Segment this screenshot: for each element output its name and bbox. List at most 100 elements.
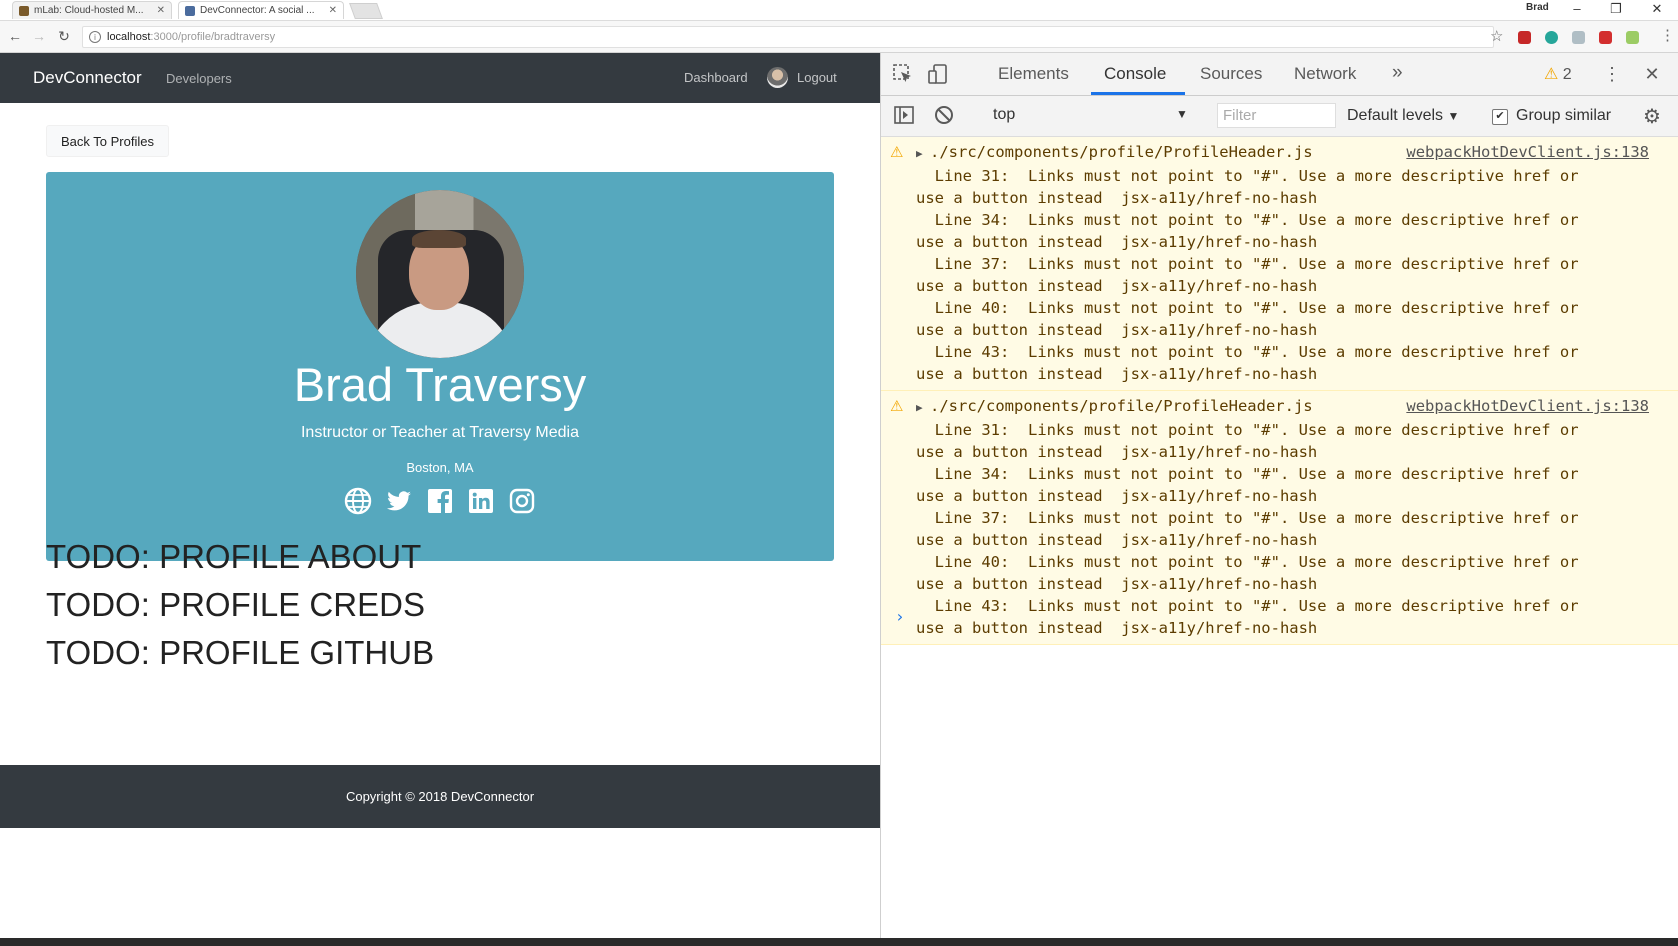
inspect-element-icon[interactable] (892, 63, 914, 85)
browser-tab-strip: mLab: Cloud-hosted M... ✕ DevConnector: … (0, 0, 1678, 21)
warning-line: Line 40: Links must not point to "#". Us… (916, 299, 1579, 317)
console-filter-input[interactable]: Filter (1217, 103, 1336, 128)
warning-line: use a button instead jsx-a11y/href-no-ha… (916, 619, 1318, 637)
extension-icon[interactable] (1572, 31, 1585, 44)
todo-profile-creds: TODO: PROFILE CREDS (46, 586, 425, 623)
warning-line: Line 31: Links must not point to "#". Us… (916, 167, 1579, 185)
active-tab-indicator (1091, 92, 1185, 95)
user-avatar (767, 67, 788, 88)
warning-line: Line 34: Links must not point to "#". Us… (916, 211, 1579, 229)
browser-tab-mlab[interactable]: mLab: Cloud-hosted M... ✕ (12, 1, 172, 19)
warning-count: 2 (1562, 66, 1572, 83)
brand-link[interactable]: DevConnector (33, 68, 142, 88)
extension-icon[interactable] (1545, 31, 1558, 44)
warning-icon: ⚠ (890, 397, 904, 415)
warning-icon: ⚠ (1544, 66, 1559, 83)
expand-triangle-icon[interactable]: ▶ (916, 143, 930, 165)
source-link[interactable]: webpackHotDevClient.js:138 (1406, 395, 1649, 417)
close-window-button[interactable]: ✕ (1642, 0, 1672, 18)
restore-button[interactable]: ❐ (1601, 0, 1631, 18)
log-levels-label: Default levels (1347, 107, 1444, 124)
warning-line: use a button instead jsx-a11y/href-no-ha… (916, 443, 1318, 461)
warning-line: Line 43: Links must not point to "#". Us… (916, 343, 1579, 361)
new-tab-button[interactable] (349, 3, 383, 19)
linkedin-icon[interactable] (467, 487, 495, 515)
logout-link[interactable]: Logout (797, 70, 837, 85)
bookmark-star-icon[interactable]: ☆ (1490, 27, 1503, 45)
warning-line: Line 43: Links must not point to "#". Us… (916, 597, 1579, 615)
profile-header-card: Brad Traversy Instructor or Teacher at T… (46, 172, 834, 561)
warning-line: use a button instead jsx-a11y/href-no-ha… (916, 575, 1318, 593)
sidebar-toggle-icon[interactable] (893, 104, 915, 126)
instagram-icon[interactable] (508, 487, 536, 515)
tab-network[interactable]: Network (1294, 64, 1356, 84)
url-path: :3000/profile/bradtraversy (150, 31, 276, 43)
facebook-icon[interactable] (426, 487, 454, 515)
browser-menu-icon[interactable]: ⋮ (1660, 26, 1675, 44)
tab-elements[interactable]: Elements (998, 64, 1069, 84)
source-link[interactable]: webpackHotDevClient.js:138 (1406, 141, 1649, 163)
forward-arrow-icon[interactable]: → (30, 28, 48, 44)
gear-icon[interactable]: ⚙ (1643, 104, 1661, 129)
globe-icon[interactable] (344, 487, 372, 515)
device-toolbar-icon[interactable] (927, 63, 949, 85)
profile-name: Brad Traversy (293, 358, 587, 411)
console-warning[interactable]: ⚠ ▶ ./src/components/profile/ProfileHeade… (881, 137, 1678, 391)
group-similar-checkbox[interactable]: ✔ (1492, 109, 1508, 125)
log-levels-dropdown[interactable]: Default levels ▼ (1347, 107, 1459, 125)
url-input[interactable]: i localhost:3000/profile/bradtraversy (82, 26, 1494, 48)
warning-file: ./src/components/profile/ProfileHeader.j… (930, 143, 1313, 161)
devconnector-favicon-icon (185, 5, 195, 16)
extension-icon[interactable] (1518, 31, 1531, 44)
execution-context-select[interactable]: top (993, 106, 1015, 124)
clear-console-icon[interactable] (933, 104, 955, 126)
console-warning[interactable]: ⚠ ▶ ./src/components/profile/ProfileHeade… (881, 391, 1678, 645)
console-filter-bar: top ▼ Filter Default levels ▼ ✔ Group si… (881, 96, 1678, 137)
expand-triangle-icon[interactable]: ▶ (916, 397, 930, 419)
minimize-button[interactable]: – (1562, 0, 1592, 18)
todo-profile-github: TODO: PROFILE GITHUB (46, 634, 435, 671)
warning-line: use a button instead jsx-a11y/href-no-ha… (916, 189, 1318, 207)
tab-sources[interactable]: Sources (1200, 64, 1262, 84)
warning-line: use a button instead jsx-a11y/href-no-ha… (916, 531, 1318, 549)
profile-headline: Instructor or Teacher at Traversy Media (300, 424, 580, 441)
dashboard-link[interactable]: Dashboard (684, 70, 748, 85)
tab-title: DevConnector: A social ... (200, 5, 315, 16)
console-prompt[interactable]: › (895, 607, 905, 626)
address-bar-row: ← → ↻ i localhost:3000/profile/bradtrave… (0, 21, 1678, 53)
site-info-icon[interactable]: i (89, 31, 101, 43)
extension-icon[interactable] (1599, 31, 1612, 44)
twitter-icon[interactable] (385, 487, 413, 515)
reload-icon[interactable]: ↻ (55, 28, 73, 45)
chevron-down-icon[interactable]: ▼ (1176, 107, 1188, 121)
profile-avatar (356, 190, 524, 358)
url-host: localhost (107, 31, 151, 43)
developers-link[interactable]: Developers (166, 71, 232, 86)
profile-user-badge[interactable]: Brad (1526, 2, 1549, 13)
devtools-panel: Elements Console Sources Network » ⚠ 2 ⋮… (880, 53, 1678, 940)
warning-line: use a button instead jsx-a11y/href-no-ha… (916, 321, 1318, 339)
close-tab-icon[interactable]: ✕ (157, 5, 165, 16)
warning-line: Line 34: Links must not point to "#". Us… (916, 465, 1579, 483)
devtools-menu-icon[interactable]: ⋮ (1601, 63, 1623, 85)
warning-line: Line 31: Links must not point to "#". Us… (916, 421, 1579, 439)
tab-title: mLab: Cloud-hosted M... (34, 5, 144, 16)
close-tab-icon[interactable]: ✕ (329, 5, 337, 16)
warning-line: use a button instead jsx-a11y/href-no-ha… (916, 233, 1318, 251)
back-to-profiles-button[interactable]: Back To Profiles (46, 125, 169, 157)
browser-tab-devconnector[interactable]: DevConnector: A social ... ✕ (178, 1, 344, 19)
taskbar-strip (0, 938, 1678, 946)
warning-line: Line 37: Links must not point to "#". Us… (916, 509, 1579, 527)
extension-icon[interactable] (1626, 31, 1639, 44)
close-devtools-icon[interactable]: ✕ (1641, 63, 1663, 85)
more-tabs-button[interactable]: » (1392, 62, 1403, 84)
app-viewport: DevConnector Developers Dashboard Logout… (0, 53, 880, 940)
mlab-favicon-icon (19, 5, 29, 16)
warning-file: ./src/components/profile/ProfileHeader.j… (930, 397, 1313, 415)
tab-console[interactable]: Console (1104, 64, 1166, 84)
back-arrow-icon[interactable]: ← (6, 28, 24, 44)
warning-icon: ⚠ (890, 143, 904, 161)
warning-count-badge[interactable]: ⚠ 2 (1544, 64, 1572, 84)
chevron-down-icon: ▼ (1447, 109, 1460, 123)
social-links (46, 487, 834, 515)
